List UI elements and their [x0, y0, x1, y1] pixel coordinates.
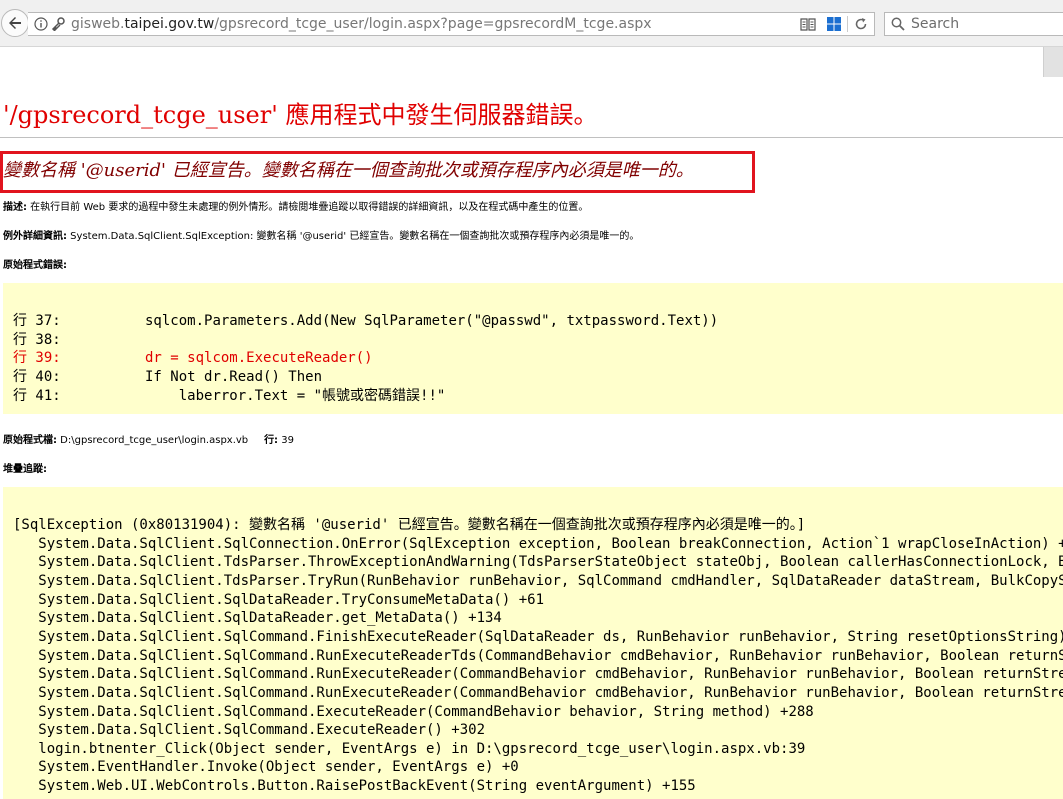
exception-label: 例外詳細資訊: — [3, 231, 67, 242]
line-value: 39 — [278, 435, 294, 446]
source-line: 行 39: dr = sqlcom.ExecuteReader() — [13, 349, 373, 368]
url-prefix: gisweb. — [71, 16, 125, 32]
stack-trace-line: System.Data.SqlClient.SqlCommand.Execute… — [13, 703, 814, 720]
stack-trace-line: System.Web.UI.WebControls.Button.RaisePo… — [13, 778, 696, 795]
line-label: 行: — [264, 435, 279, 446]
description-row: 描述: 在執行目前 Web 要求的過程中發生未處理的例外情形。請檢閱堆疊追蹤以取… — [3, 198, 588, 213]
stack-trace-line: System.Data.SqlClient.SqlCommand.FinishE… — [13, 628, 1063, 645]
source-line-code: dr = sqlcom.ExecuteReader() — [77, 350, 373, 367]
browser-toolbar: gisweb.taipei.gov.tw/gpsrecord_tcge_user… — [0, 0, 1063, 47]
exception-text: System.Data.SqlClient.SqlException: 變數名稱… — [67, 231, 640, 242]
source-line-number: 行 37: — [13, 313, 61, 329]
reload-icon[interactable] — [848, 17, 874, 31]
source-file-row: 原始程式檔: D:\gpsrecord_tcge_user\login.aspx… — [3, 431, 294, 446]
stack-trace-line: System.Data.SqlClient.SqlDataReader.get_… — [13, 610, 502, 627]
source-line: 行 41: laberror.Text = "帳號或密碼錯誤!!" — [13, 387, 445, 406]
source-code-box: 行 37: sqlcom.Parameters.Add(New SqlParam… — [3, 283, 1063, 414]
source-line-code: sqlcom.Parameters.Add(New SqlParameter("… — [77, 313, 719, 329]
source-line-number: 行 41: — [13, 387, 61, 404]
stack-trace-line: System.Data.SqlClient.SqlConnection.OnEr… — [13, 535, 1063, 552]
info-icon[interactable] — [34, 17, 48, 31]
error-title: '/gpsrecord_tcge_user' 應用程式中發生伺服器錯誤。 — [3, 101, 598, 129]
source-line-code: If Not dr.Read() Then — [77, 369, 323, 386]
source-file-path: D:\gpsrecord_tcge_user\login.aspx.vb — [57, 435, 249, 446]
source-file-label: 原始程式檔: — [3, 435, 57, 446]
stack-trace-line: System.Data.SqlClient.TdsParser.TryRun(R… — [38, 572, 1063, 589]
stack-trace-line: System.Data.SqlClient.SqlCommand.RunExec… — [38, 684, 1063, 701]
reader-icon[interactable] — [795, 17, 821, 31]
description-text: 在執行目前 Web 要求的過程中發生未處理的例外情形。請檢閱堆疊追蹤以取得錯誤的… — [27, 202, 589, 213]
key-icon[interactable] — [51, 17, 65, 31]
search-icon — [891, 17, 905, 31]
stack-trace-line: System.Data.SqlClient.SqlCommand.Execute… — [13, 722, 486, 739]
url-text[interactable]: gisweb.taipei.gov.tw/gpsrecord_tcge_user… — [71, 16, 652, 32]
windows-icon[interactable] — [821, 16, 847, 32]
stack-trace-heading: 堆疊追蹤: — [3, 460, 47, 475]
stack-trace-line: [SqlException (0x80131904): 變數名稱 '@useri… — [13, 517, 806, 533]
back-button[interactable] — [1, 9, 29, 37]
stack-trace-line: System.Data.SqlClient.SqlDataReader.TryC… — [13, 591, 545, 608]
stack-trace-line: System.EventHandler.Invoke(Object sender… — [13, 759, 519, 776]
source-line-code: laberror.Text = "帳號或密碼錯誤!!" — [77, 387, 446, 404]
stack-trace-label: 堆疊追蹤: — [3, 464, 47, 475]
source-error-label: 原始程式錯誤: — [3, 260, 67, 271]
description-label: 描述: — [3, 202, 27, 213]
source-error-heading: 原始程式錯誤: — [3, 256, 67, 271]
search-placeholder: Search — [911, 16, 960, 32]
source-line-number: 行 38: — [13, 331, 61, 348]
title-divider — [0, 137, 1063, 138]
source-line: 行 38: — [13, 331, 78, 350]
stack-trace-line: login.btnenter_Click(Object sender, Even… — [13, 740, 806, 757]
stack-trace-line: System.Data.SqlClient.SqlCommand.RunExec… — [38, 666, 1063, 683]
stack-trace-box: [SqlException (0x80131904): 變數名稱 '@useri… — [3, 487, 1063, 799]
url-host: taipei.gov.tw — [124, 16, 215, 32]
source-line: 行 40: If Not dr.Read() Then — [13, 368, 322, 387]
scrollbar[interactable] — [1043, 47, 1063, 77]
url-path: /gpsrecord_tcge_user/login.aspx?page=gps… — [214, 16, 652, 32]
source-line-number: 行 40: — [13, 369, 61, 386]
exception-row: 例外詳細資訊: System.Data.SqlClient.SqlExcepti… — [3, 227, 639, 242]
search-bar[interactable]: Search — [884, 12, 1063, 36]
stack-trace-line: System.Data.SqlClient.SqlCommand.RunExec… — [38, 647, 1063, 664]
back-icon — [9, 17, 21, 29]
stack-trace-line: System.Data.SqlClient.TdsParser.ThrowExc… — [38, 554, 1063, 571]
source-line: 行 37: sqlcom.Parameters.Add(New SqlParam… — [13, 312, 718, 331]
url-bar[interactable]: gisweb.taipei.gov.tw/gpsrecord_tcge_user… — [28, 12, 875, 36]
error-message: 變數名稱 '@userid' 已經宣告。變數名稱在一個查詢批次或預存程序內必須是… — [3, 160, 694, 181]
source-line-number: 行 39: — [13, 350, 61, 367]
